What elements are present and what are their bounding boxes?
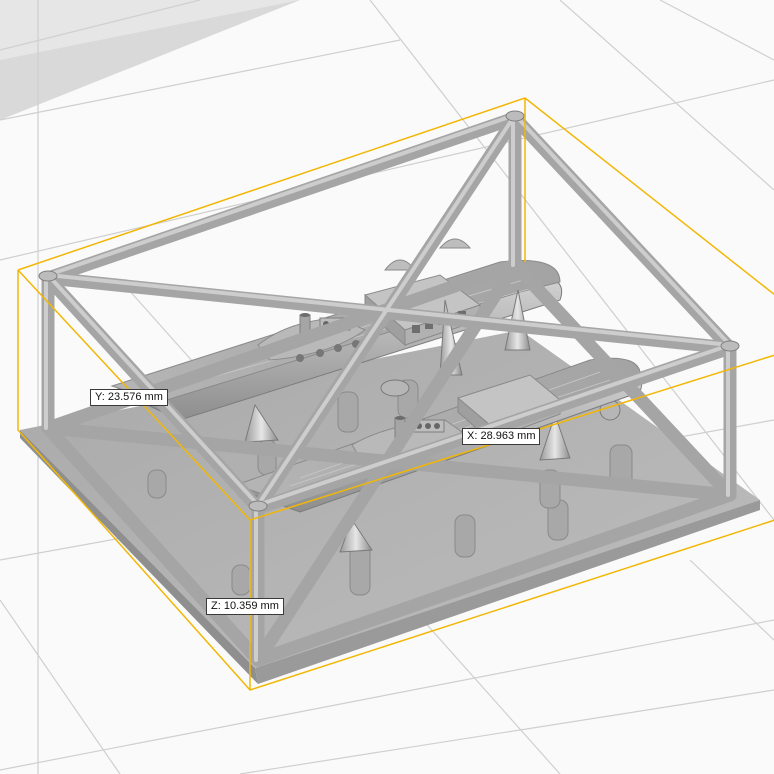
build-volume-wall: [0, 0, 300, 120]
dimension-label-z: Z: 10.359 mm: [206, 598, 284, 615]
dimension-label-y: Y: 23.576 mm: [90, 389, 168, 406]
3d-viewport[interactable]: Y: 23.576 mm X: 28.963 mm Z: 10.359 mm: [0, 0, 774, 774]
dimension-label-x: X: 28.963 mm: [462, 428, 541, 445]
print-scene[interactable]: [0, 0, 774, 774]
